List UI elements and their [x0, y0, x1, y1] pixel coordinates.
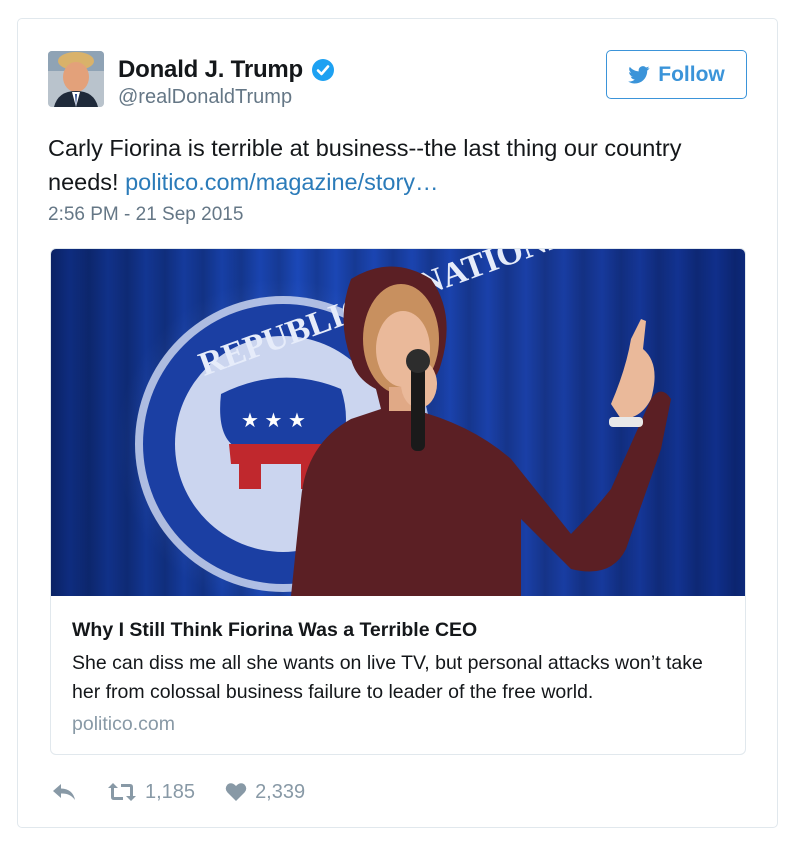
card-title[interactable]: Why I Still Think Fiorina Was a Terrible… [72, 619, 477, 642]
twitter-bird-icon [628, 65, 650, 83]
reply-button[interactable] [51, 782, 77, 802]
tweet-timestamp[interactable]: 2:56 PM - 21 Sep 2015 [48, 204, 243, 226]
tweet-link[interactable]: politico.com/magazine/story… [125, 169, 438, 195]
tweet-actions: 1,185 2,339 [51, 779, 305, 805]
author-handle[interactable]: @realDonaldTrump [118, 86, 292, 109]
reply-icon [53, 784, 75, 800]
card-description: She can diss me all she wants on live TV… [72, 652, 703, 703]
retweet-count: 1,185 [145, 780, 196, 803]
author-name-text[interactable]: Donald J. Trump [118, 56, 303, 84]
follow-button[interactable]: Follow [606, 50, 747, 99]
link-preview-card[interactable]: REPUBLICAN NATIONAL C ★ ★ ★ Why I Still … [50, 248, 746, 755]
tweet-text: Carly Fiorina is terrible at business--t… [48, 131, 748, 199]
like-count: 2,339 [255, 780, 306, 803]
like-button[interactable]: 2,339 [225, 781, 305, 804]
tweet-card: Donald J. Trump @realDonaldTrump Follow … [17, 18, 778, 828]
card-image[interactable]: REPUBLICAN NATIONAL C ★ ★ ★ [51, 249, 745, 596]
retweet-button[interactable]: 1,185 [107, 781, 195, 804]
author-name[interactable]: Donald J. Trump [118, 56, 335, 84]
follow-button-label: Follow [658, 62, 725, 86]
card-domain[interactable]: politico.com [72, 713, 175, 736]
verified-badge-icon [312, 59, 335, 81]
svg-text:★ ★ ★: ★ ★ ★ [241, 410, 306, 432]
heart-icon [225, 783, 247, 801]
avatar[interactable] [48, 51, 104, 107]
retweet-icon [108, 783, 136, 801]
